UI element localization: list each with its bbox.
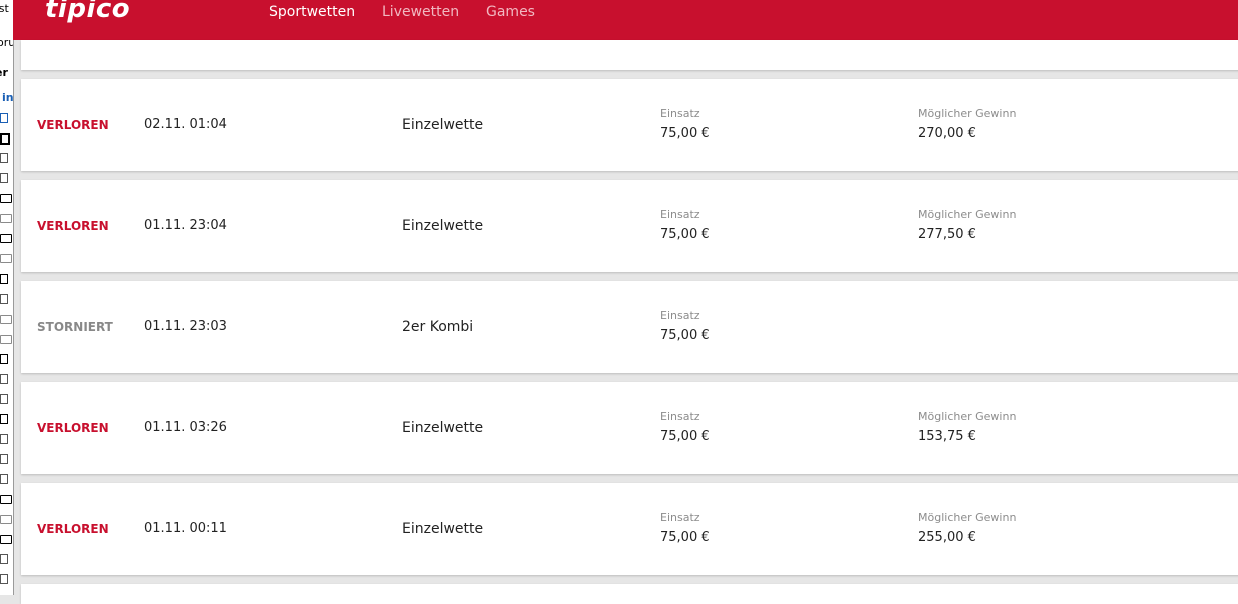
possible-win-label: Möglicher Gewinn bbox=[918, 410, 1017, 423]
background-text: ost bbox=[0, 2, 9, 15]
stake-value: 75,00 € bbox=[660, 328, 710, 343]
file-icon bbox=[0, 274, 8, 284]
file-icon bbox=[0, 173, 8, 183]
folder-icon bbox=[0, 254, 12, 263]
file-icon bbox=[0, 394, 8, 404]
bet-card-partial[interactable] bbox=[21, 40, 1238, 70]
bet-type: Einzelwette bbox=[402, 218, 484, 234]
file-icon bbox=[0, 454, 8, 464]
bet-status: VERLOREN bbox=[37, 421, 109, 435]
file-icon bbox=[0, 414, 8, 424]
tipico-logo[interactable]: tipico bbox=[45, 0, 130, 24]
stake-label: Einsatz bbox=[660, 511, 700, 524]
folder-icon bbox=[0, 335, 12, 344]
nav-livewetten[interactable]: Livewetten bbox=[382, 4, 459, 20]
file-icon bbox=[0, 153, 8, 163]
nav-games[interactable]: Games bbox=[486, 4, 535, 20]
file-icon bbox=[0, 133, 10, 145]
stake-value: 75,00 € bbox=[660, 530, 710, 545]
bet-type: Einzelwette bbox=[402, 117, 484, 133]
bet-datetime: 02.11. 01:04 bbox=[144, 117, 227, 132]
folder-icon bbox=[0, 315, 12, 324]
top-navigation-bar: tipico Sportwetten Livewetten Games bbox=[13, 0, 1238, 40]
bet-status: VERLOREN bbox=[37, 118, 109, 132]
possible-win-value: 270,00 € bbox=[918, 126, 976, 141]
bet-datetime: 01.11. 03:26 bbox=[144, 420, 227, 435]
folder-icon bbox=[0, 234, 12, 243]
file-icon bbox=[0, 554, 8, 564]
bet-type: 2er Kombi bbox=[402, 319, 474, 335]
folder-icon bbox=[0, 515, 12, 524]
possible-win-label: Möglicher Gewinn bbox=[918, 511, 1017, 524]
bet-card-partial[interactable] bbox=[21, 584, 1238, 604]
folder-icon bbox=[0, 214, 12, 223]
stake-value: 75,00 € bbox=[660, 227, 710, 242]
bet-type: Einzelwette bbox=[402, 521, 484, 537]
bet-status: VERLOREN bbox=[37, 219, 109, 233]
stake-label: Einsatz bbox=[660, 107, 700, 120]
file-icon bbox=[0, 574, 8, 584]
file-icon bbox=[0, 434, 8, 444]
bet-card[interactable]: VERLOREN 01.11. 23:04 Einzelwette Einsat… bbox=[21, 180, 1238, 272]
possible-win-value: 153,75 € bbox=[918, 429, 976, 444]
bet-datetime: 01.11. 00:11 bbox=[144, 521, 227, 536]
bet-type: Einzelwette bbox=[402, 420, 484, 436]
bet-status: VERLOREN bbox=[37, 522, 109, 536]
bet-datetime: 01.11. 23:03 bbox=[144, 319, 227, 334]
stake-value: 75,00 € bbox=[660, 126, 710, 141]
background-text: oru bbox=[0, 36, 13, 49]
bet-card[interactable]: VERLOREN 01.11. 00:11 Einzelwette Einsat… bbox=[21, 483, 1238, 575]
bet-card[interactable]: STORNIERT 01.11. 23:03 2er Kombi Einsatz… bbox=[21, 281, 1238, 373]
bet-datetime: 01.11. 23:04 bbox=[144, 218, 227, 233]
file-icon bbox=[0, 374, 8, 384]
possible-win-value: 255,00 € bbox=[918, 530, 976, 545]
folder-icon bbox=[0, 194, 12, 203]
file-icon bbox=[0, 474, 8, 484]
bet-card[interactable]: VERLOREN 02.11. 01:04 Einzelwette Einsat… bbox=[21, 79, 1238, 171]
folder-icon bbox=[0, 535, 12, 544]
stake-label: Einsatz bbox=[660, 309, 700, 322]
bet-card[interactable]: VERLOREN 01.11. 03:26 Einzelwette Einsat… bbox=[21, 382, 1238, 474]
folder-icon bbox=[0, 495, 12, 504]
bet-status: STORNIERT bbox=[37, 320, 113, 334]
file-icon bbox=[0, 354, 8, 364]
background-text: er bbox=[0, 66, 8, 79]
stake-value: 75,00 € bbox=[660, 429, 710, 444]
file-icon bbox=[0, 294, 8, 304]
background-text: in bbox=[2, 91, 14, 104]
possible-win-label: Möglicher Gewinn bbox=[918, 107, 1017, 120]
file-icon bbox=[0, 113, 8, 123]
background-window-strip: ost oru er in bbox=[0, 0, 14, 595]
stake-label: Einsatz bbox=[660, 410, 700, 423]
nav-sportwetten[interactable]: Sportwetten bbox=[269, 4, 355, 20]
possible-win-value: 277,50 € bbox=[918, 227, 976, 242]
stake-label: Einsatz bbox=[660, 208, 700, 221]
possible-win-label: Möglicher Gewinn bbox=[918, 208, 1017, 221]
